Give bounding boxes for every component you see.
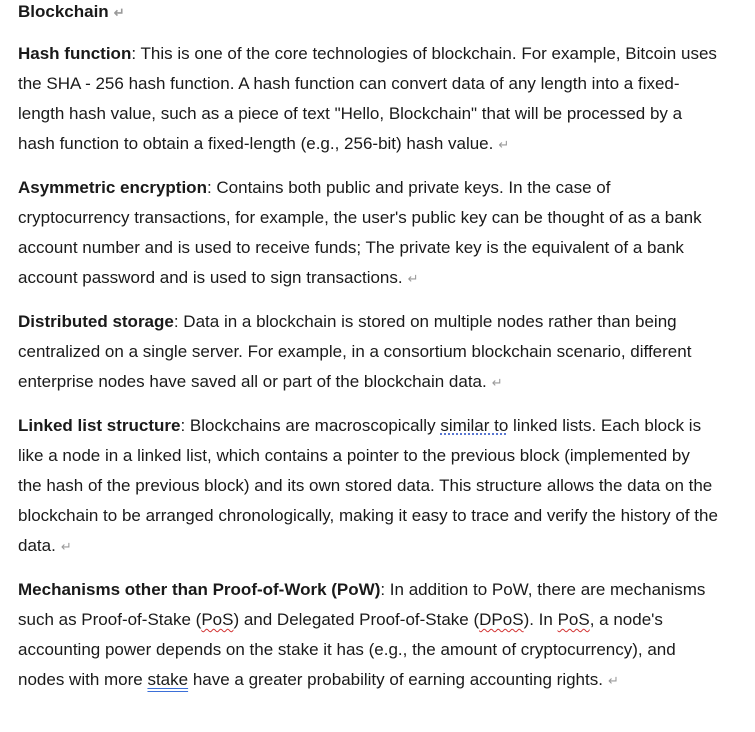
paragraph-linked-list: Linked list structure: Blockchains are m… bbox=[18, 411, 718, 562]
grammar-flag-stake[interactable]: stake bbox=[147, 670, 188, 689]
title-text: Blockchain bbox=[18, 2, 109, 21]
document-title: Blockchain ↵ bbox=[18, 1, 125, 24]
paragraph-mechanisms: Mechanisms other than Proof-of-Work (PoW… bbox=[18, 575, 718, 696]
paragraph-mark: ↵ bbox=[113, 5, 125, 20]
paragraph-distributed-storage: Distributed storage: Data in a blockchai… bbox=[18, 307, 718, 398]
linked-list-text-a: : Blockchains are macroscopically bbox=[180, 416, 441, 435]
paragraph-mark: ↵ bbox=[498, 137, 510, 152]
paragraph-hash-function: Hash function: This is one of the core t… bbox=[18, 39, 718, 160]
term-hash-function: Hash function bbox=[18, 44, 132, 63]
paragraph-mark: ↵ bbox=[491, 375, 503, 390]
spell-flag-dpos[interactable]: DPoS bbox=[479, 610, 523, 629]
paragraph-asymmetric-encryption: Asymmetric encryption: Contains both pub… bbox=[18, 173, 718, 294]
term-mechanisms: Mechanisms other than Proof-of-Work (PoW… bbox=[18, 580, 381, 599]
mechanisms-text-3: ) and Delegated Proof-of-Stake ( bbox=[233, 610, 480, 629]
paragraph-mark: ↵ bbox=[407, 271, 419, 286]
term-distributed-storage: Distributed storage bbox=[18, 312, 174, 331]
linked-list-text-c: linked lists. Each block is like a node … bbox=[18, 416, 718, 555]
spell-flag-pos[interactable]: PoS bbox=[201, 610, 233, 629]
spell-flag-pos-2[interactable]: PoS bbox=[558, 610, 590, 629]
mechanisms-text-5: ). In bbox=[523, 610, 558, 629]
grammar-flag-similar-to[interactable]: similar to bbox=[440, 416, 508, 435]
paragraph-mark: ↵ bbox=[607, 673, 619, 688]
term-asymmetric-encryption: Asymmetric encryption bbox=[18, 178, 207, 197]
paragraph-mark: ↵ bbox=[60, 539, 72, 554]
term-linked-list-structure: Linked list structure bbox=[18, 416, 181, 435]
mechanisms-text-9: have a greater probability of earning ac… bbox=[188, 670, 603, 689]
